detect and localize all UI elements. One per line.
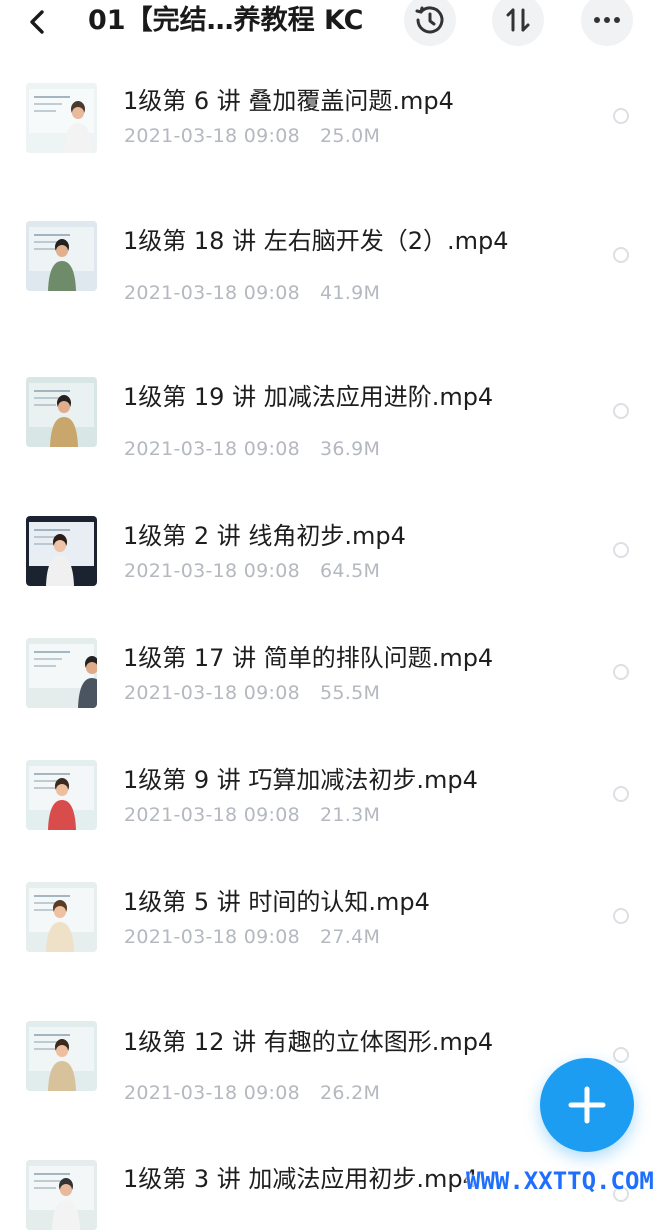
file-meta: 2021-03-18 09:08 27.4M (124, 925, 380, 949)
video-thumbnail[interactable] (26, 377, 97, 447)
select-radio[interactable] (613, 542, 629, 558)
video-thumbnail[interactable] (26, 1021, 97, 1091)
file-name: 1级第 9 讲 巧算加减法初步.mp4 (123, 766, 478, 794)
sort-icon (506, 8, 530, 32)
more-icon (594, 17, 620, 23)
file-date: 2021-03-18 09:08 (124, 1082, 301, 1104)
history-button[interactable] (404, 0, 456, 46)
file-meta: 2021-03-18 09:08 25.0M (124, 124, 380, 148)
select-radio[interactable] (613, 908, 629, 924)
file-size: 36.9M (320, 438, 381, 460)
select-radio[interactable] (613, 108, 629, 124)
file-name: 1级第 3 讲 加减法应用初步.mp4 (123, 1165, 478, 1193)
select-radio[interactable] (613, 786, 629, 802)
top-bar: 01【完结…养教程 KC (0, 0, 662, 46)
history-icon (415, 6, 444, 34)
watermark: WWW.XXTTQ.COM (466, 1167, 654, 1195)
video-thumbnail[interactable] (26, 1160, 97, 1230)
file-name: 1级第 5 讲 时间的认知.mp4 (123, 888, 430, 916)
file-date: 2021-03-18 09:08 (124, 682, 301, 704)
file-meta: 2021-03-18 09:08 64.5M (124, 559, 380, 583)
select-radio[interactable] (613, 247, 629, 263)
video-thumbnail[interactable] (26, 638, 97, 708)
file-size: 64.5M (320, 560, 381, 582)
add-button[interactable] (540, 1058, 634, 1152)
file-meta: 2021-03-18 09:08 26.2M (124, 1081, 380, 1105)
select-radio[interactable] (613, 664, 629, 680)
sort-button[interactable] (492, 0, 544, 46)
video-thumbnail[interactable] (26, 221, 97, 291)
file-date: 2021-03-18 09:08 (124, 125, 301, 147)
file-name: 1级第 2 讲 线角初步.mp4 (123, 522, 406, 550)
select-radio[interactable] (613, 403, 629, 419)
file-name: 1级第 17 讲 简单的排队问题.mp4 (123, 644, 494, 672)
more-button[interactable] (581, 0, 633, 46)
file-date: 2021-03-18 09:08 (124, 438, 301, 460)
file-date: 2021-03-18 09:08 (124, 282, 301, 304)
file-size: 27.4M (320, 926, 381, 948)
video-thumbnail[interactable] (26, 882, 97, 952)
page-title: 01【完结…养教程 KC (88, 5, 364, 36)
file-meta: 2021-03-18 09:08 41.9M (124, 281, 380, 305)
video-thumbnail[interactable] (26, 516, 97, 586)
file-size: 21.3M (320, 804, 381, 826)
file-size: 55.5M (320, 682, 381, 704)
file-name: 1级第 12 讲 有趣的立体图形.mp4 (123, 1028, 494, 1056)
file-size: 26.2M (320, 1082, 381, 1104)
file-name: 1级第 6 讲 叠加覆盖问题.mp4 (123, 87, 454, 115)
video-thumbnail[interactable] (26, 760, 97, 830)
file-meta: 2021-03-18 09:08 21.3M (124, 803, 380, 827)
file-size: 25.0M (320, 125, 381, 147)
file-name: 1级第 18 讲 左右脑开发（2）.mp4 (123, 227, 509, 255)
video-thumbnail[interactable] (26, 83, 97, 153)
select-radio[interactable] (613, 1047, 629, 1063)
file-size: 41.9M (320, 282, 381, 304)
plus-icon (568, 1086, 606, 1124)
file-meta: 2021-03-18 09:08 55.5M (124, 681, 380, 705)
back-icon (30, 10, 44, 34)
back-button[interactable] (24, 6, 52, 38)
file-date: 2021-03-18 09:08 (124, 560, 301, 582)
file-meta: 2021-03-18 09:08 36.9M (124, 437, 380, 461)
file-name: 1级第 19 讲 加减法应用进阶.mp4 (123, 383, 494, 411)
file-date: 2021-03-18 09:08 (124, 926, 301, 948)
file-date: 2021-03-18 09:08 (124, 804, 301, 826)
